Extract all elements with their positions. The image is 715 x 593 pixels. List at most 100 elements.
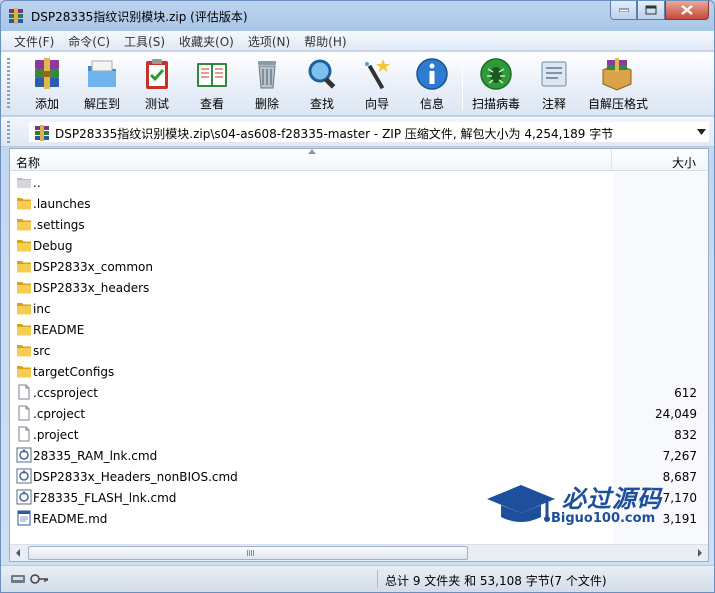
file-row[interactable]: .. xyxy=(10,172,708,193)
menu-tools[interactable]: 工具(S) xyxy=(117,31,172,50)
folder-icon xyxy=(16,342,32,358)
scroll-right-icon[interactable] xyxy=(691,545,708,561)
settings-file-icon xyxy=(16,468,32,484)
find-button[interactable]: 查找 xyxy=(297,56,347,112)
chevron-down-icon[interactable] xyxy=(697,129,706,135)
status-separator xyxy=(377,570,378,588)
file-name: README xyxy=(33,323,85,337)
file-name: 28335_RAM_lnk.cmd xyxy=(33,449,158,463)
winrar-app-icon xyxy=(9,8,23,24)
folder-icon xyxy=(16,174,32,190)
file-name: .launches xyxy=(33,197,91,211)
menu-commands[interactable]: 命令(C) xyxy=(61,31,117,50)
magic-wand-icon xyxy=(365,59,390,90)
settings-file-icon xyxy=(16,489,32,505)
comment-icon xyxy=(541,61,567,87)
virus-scan-icon xyxy=(480,58,512,90)
file-row[interactable]: .settings xyxy=(10,214,708,235)
folder-icon xyxy=(16,216,32,232)
close-icon xyxy=(681,5,693,15)
maximize-button[interactable] xyxy=(637,1,665,20)
column-header-size[interactable]: 大小 xyxy=(613,149,708,170)
folder-icon xyxy=(16,195,32,211)
file-icon xyxy=(16,510,32,526)
menu-favorites[interactable]: 收藏夹(O) xyxy=(172,31,241,50)
file-row[interactable]: .project 832 xyxy=(10,424,708,445)
scroll-left-icon[interactable] xyxy=(10,545,27,561)
toolbar-grip xyxy=(7,58,10,110)
file-name: F28335_FLASH_lnk.cmd xyxy=(33,491,177,505)
file-icon xyxy=(16,384,32,400)
info-button[interactable]: 信息 xyxy=(407,56,457,112)
maximize-icon xyxy=(645,5,657,15)
file-row[interactable]: .cproject 24,049 xyxy=(10,403,708,424)
file-name: DSP2833x_headers xyxy=(33,281,150,295)
sort-ascending-icon xyxy=(308,149,316,154)
file-row[interactable]: src xyxy=(10,340,708,361)
view-button[interactable]: 查看 xyxy=(187,56,237,112)
menu-file[interactable]: 文件(F) xyxy=(7,31,61,50)
drive-key-icon xyxy=(11,574,48,584)
wizard-button[interactable]: 向导 xyxy=(352,56,402,112)
file-size: 832 xyxy=(674,428,697,442)
file-rows: .. .launches .settings Debug DSP2833x_common… xyxy=(10,172,708,529)
status-bar: 总计 9 文件夹 和 53,108 字节(7 个文件) xyxy=(1,565,714,592)
file-name: src xyxy=(33,344,51,358)
app-window: DSP28335指纹识别模块.zip (评估版本) 文件(F) 命令(C) 工具… xyxy=(0,0,715,593)
delete-button[interactable]: 删除 xyxy=(242,56,292,112)
view-book-icon xyxy=(197,63,227,87)
file-row[interactable]: DSP2833x_common xyxy=(10,256,708,277)
horizontal-scrollbar[interactable] xyxy=(10,544,708,561)
archive-icon xyxy=(35,125,49,141)
toolbar-separator xyxy=(462,58,463,110)
settings-file-icon xyxy=(16,447,32,463)
file-row[interactable]: README xyxy=(10,319,708,340)
status-summary: 总计 9 文件夹 和 53,108 字节(7 个文件) xyxy=(385,574,607,588)
close-button[interactable] xyxy=(665,1,709,20)
magnifier-icon xyxy=(308,59,336,89)
watermark-url: Biguo100.com xyxy=(551,511,656,526)
comment-button[interactable]: 注释 xyxy=(529,56,579,112)
path-field[interactable]: DSP28335指纹识别模块.zip\s04-as608-f28335-mast… xyxy=(29,122,709,142)
file-row[interactable]: Debug xyxy=(10,235,708,256)
file-row[interactable]: targetConfigs xyxy=(10,361,708,382)
menu-help[interactable]: 帮助(H) xyxy=(297,31,353,50)
file-name: .cproject xyxy=(33,407,86,421)
file-name: .. xyxy=(33,176,41,190)
sfx-button[interactable]: 自解压格式 xyxy=(588,56,648,112)
file-row[interactable]: .ccsproject 612 xyxy=(10,382,708,403)
file-name: .project xyxy=(33,428,79,442)
scan-virus-button[interactable]: 扫描病毒 xyxy=(471,56,521,112)
file-size: 7,267 xyxy=(662,449,697,463)
file-name: DSP2833x_common xyxy=(33,260,153,274)
add-button[interactable]: 添加 xyxy=(22,56,72,112)
file-row[interactable]: DSP2833x_headers xyxy=(10,277,708,298)
file-name: .ccsproject xyxy=(33,386,98,400)
file-name: targetConfigs xyxy=(33,365,115,379)
file-row[interactable]: .launches xyxy=(10,193,708,214)
minimize-icon xyxy=(618,8,629,12)
column-header-name[interactable]: 名称 xyxy=(10,149,612,170)
trash-icon xyxy=(258,61,276,89)
address-grip xyxy=(7,121,10,143)
file-icon xyxy=(16,426,32,442)
path-text: DSP28335指纹识别模块.zip\s04-as608-f28335-mast… xyxy=(55,127,614,141)
address-bar: DSP28335指纹识别模块.zip\s04-as608-f28335-mast… xyxy=(1,117,714,147)
file-row[interactable]: inc xyxy=(10,298,708,319)
file-row[interactable]: 28335_RAM_lnk.cmd 7,267 xyxy=(10,445,708,466)
test-clipboard-icon xyxy=(146,59,168,89)
toolbar: 添加 解压到 测试 查看 删除 查找 向导 信息 扫描病毒 注释 自解压格式 xyxy=(1,52,714,116)
title-bar: DSP28335指纹识别模块.zip (评估版本) xyxy=(1,1,714,31)
folder-icon xyxy=(16,279,32,295)
extract-to-button[interactable]: 解压到 xyxy=(77,56,127,112)
test-button[interactable]: 测试 xyxy=(132,56,182,112)
folder-icon xyxy=(16,321,32,337)
scrollbar-thumb[interactable] xyxy=(28,546,468,560)
minimize-button[interactable] xyxy=(610,1,637,20)
info-icon xyxy=(416,58,448,90)
menu-options[interactable]: 选项(N) xyxy=(241,31,297,50)
folder-icon xyxy=(16,363,32,379)
watermark: 必过源码 Biguo100.com xyxy=(485,479,685,539)
extract-folder-icon xyxy=(88,60,116,87)
file-name: DSP2833x_Headers_nonBIOS.cmd xyxy=(33,470,238,484)
